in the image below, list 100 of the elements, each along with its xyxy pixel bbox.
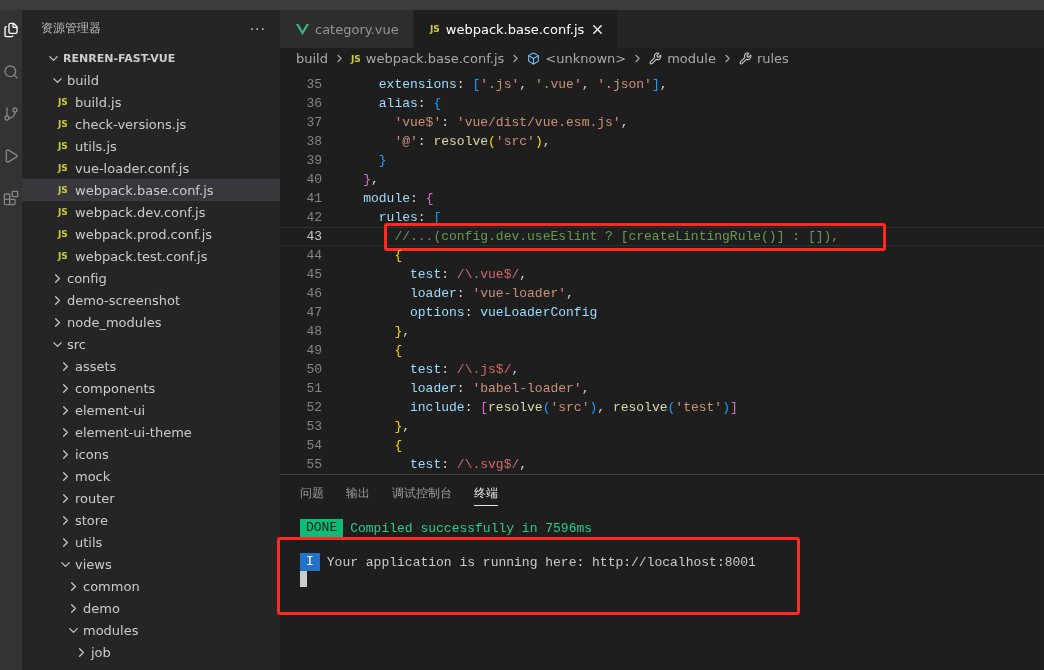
code-line: }, <box>362 171 379 189</box>
line-number: 55 <box>305 456 322 474</box>
explorer-icon[interactable] <box>3 22 19 38</box>
file-item[interactable]: JS check-versions.js <box>22 113 280 135</box>
log-badge: DONE <box>300 519 344 537</box>
folder-item[interactable]: store <box>22 509 280 531</box>
js-file-icon: JS <box>58 97 68 107</box>
folder-item[interactable]: demo <box>22 597 280 619</box>
line-number: 35 <box>305 76 322 94</box>
project-header[interactable]: RENREN-FAST-VUE <box>22 47 280 69</box>
code-line: }, <box>393 323 411 341</box>
code-line: extensions: ['.js', '.vue', '.json'], <box>377 76 668 94</box>
line-number: 48 <box>305 323 322 341</box>
editor-tab[interactable]: category.vue <box>280 10 414 48</box>
code-line: { <box>393 342 403 360</box>
folder-item[interactable]: element-ui-theme <box>22 421 280 443</box>
blocks-icon[interactable] <box>3 190 19 206</box>
line-number: 47 <box>305 304 322 322</box>
breadcrumb-item[interactable]: webpack.base.conf.js <box>365 51 505 66</box>
branch-icon[interactable] <box>3 106 19 122</box>
line-number: 46 <box>305 285 322 303</box>
cube-icon <box>527 52 541 65</box>
folder-item[interactable]: node_modules <box>22 311 280 333</box>
folder-item[interactable]: demo-screenshot <box>22 289 280 311</box>
code-line: { <box>393 437 403 455</box>
line-number: 40 <box>305 171 322 189</box>
js-file-icon: JS <box>58 163 68 173</box>
terminal-output: Your application is running here: http://localhost:8001 <box>326 554 756 570</box>
folder-item[interactable]: modules <box>22 619 280 641</box>
code-line: { <box>393 247 403 265</box>
breadcrumb-item[interactable]: module <box>667 51 716 66</box>
file-item[interactable]: JS utils.js <box>22 135 280 157</box>
js-file-icon: JS <box>430 24 440 34</box>
line-number: 36 <box>305 95 322 113</box>
code-line: alias: { <box>377 95 442 113</box>
file-item[interactable]: JS webpack.base.conf.js <box>22 179 280 201</box>
panel-tab[interactable]: 终端 <box>474 485 498 506</box>
code-line: //...(config.dev.useEslint ? [createLintingRule()] : []), <box>393 228 840 246</box>
file-item[interactable]: JS webpack.test.conf.js <box>22 245 280 267</box>
code-line: loader: 'vue-loader', <box>409 285 574 303</box>
panel-tab[interactable]: 输出 <box>346 485 370 506</box>
folder-item[interactable]: mock <box>22 465 280 487</box>
wrench-icon <box>649 52 663 65</box>
js-file-icon: JS <box>58 229 68 239</box>
line-number: 38 <box>305 133 322 151</box>
js-file-icon: JS <box>58 141 68 151</box>
search-icon[interactable] <box>3 64 19 80</box>
code-line: loader: 'babel-loader', <box>409 380 590 398</box>
folder-item[interactable]: common <box>22 575 280 597</box>
line-number: 51 <box>305 380 322 398</box>
code-line: test: /\.js$/, <box>409 361 520 379</box>
wrench-icon <box>738 52 752 65</box>
js-file-icon: JS <box>58 185 68 195</box>
code-line: '@': resolve('src'), <box>393 133 551 151</box>
editor-tab[interactable]: JS webpack.base.conf.js <box>414 10 619 48</box>
folder-item[interactable]: assets <box>22 355 280 377</box>
line-number: 42 <box>305 209 322 227</box>
folder-item[interactable]: icons <box>22 443 280 465</box>
panel-tab[interactable]: 问题 <box>300 485 324 506</box>
line-number: 53 <box>305 418 322 436</box>
sidebar-title: 资源管理器 <box>41 20 101 37</box>
file-item[interactable]: JS build.js <box>22 91 280 113</box>
line-number: 41 <box>305 190 322 208</box>
line-number: 43 <box>305 228 322 246</box>
code-line: }, <box>393 418 411 436</box>
js-file-icon: JS <box>350 53 361 64</box>
js-file-icon: JS <box>58 119 68 129</box>
line-number: 50 <box>305 361 322 379</box>
folder-item[interactable]: build <box>22 69 280 91</box>
breadcrumb-item[interactable]: <unknown> <box>545 51 627 66</box>
file-item[interactable]: JS webpack.prod.conf.js <box>22 223 280 245</box>
breadcrumb-item[interactable]: build <box>296 51 328 66</box>
breadcrumb-item[interactable]: rules <box>756 51 789 66</box>
folder-item[interactable]: job <box>22 641 280 663</box>
code-line: 'vue$': 'vue/dist/vue.esm.js', <box>393 114 629 132</box>
folder-item[interactable]: views <box>22 553 280 575</box>
folder-item[interactable]: router <box>22 487 280 509</box>
play-icon[interactable] <box>3 148 19 164</box>
code-line: } <box>377 152 387 170</box>
line-number: 37 <box>305 114 322 132</box>
folder-item[interactable]: config <box>22 267 280 289</box>
panel-tab[interactable]: 调试控制台 <box>392 485 452 506</box>
line-number: 45 <box>305 266 322 284</box>
code-line: test: /\.vue$/, <box>409 266 528 284</box>
js-file-icon: JS <box>58 251 68 261</box>
file-item[interactable]: JS vue-loader.conf.js <box>22 157 280 179</box>
line-number: 54 <box>305 437 322 455</box>
log-badge: I <box>300 553 320 571</box>
folder-item[interactable]: src <box>22 333 280 355</box>
more-actions[interactable]: ··· <box>249 20 266 37</box>
line-number: 39 <box>305 152 322 170</box>
folder-item[interactable]: element-ui <box>22 399 280 421</box>
js-file-icon: JS <box>58 207 68 217</box>
file-item[interactable]: JS webpack.dev.conf.js <box>22 201 280 223</box>
vue-file-icon <box>296 23 309 35</box>
folder-item[interactable]: utils <box>22 531 280 553</box>
terminal-output: Compiled successfully in 7596ms <box>350 520 593 536</box>
code-line: module: { <box>362 190 434 208</box>
folder-item[interactable]: components <box>22 377 280 399</box>
line-number: 49 <box>305 342 322 360</box>
